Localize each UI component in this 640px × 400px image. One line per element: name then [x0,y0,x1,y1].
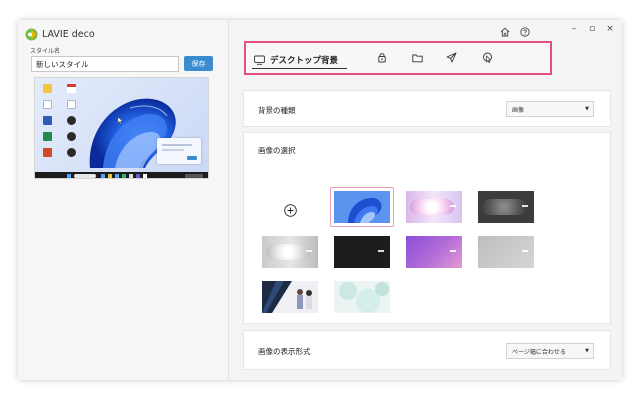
preview-excel-icon [43,132,52,141]
thumbnail-dark-gray-glow[interactable] [478,191,534,223]
preview-taskbar [35,172,208,178]
image-select-card: 画像の選択 [243,132,611,324]
thumbnail-light-gray[interactable] [478,236,534,268]
cursor-icon [483,52,492,63]
app-logo-icon [25,28,38,40]
mint-thumbnail-graphic [334,281,390,313]
save-button[interactable]: 保存 [184,56,213,71]
background-type-value: 画像 [512,106,525,114]
desktop-preview [34,77,209,179]
plus-circle-icon [283,203,297,217]
chevron-down-icon: ▼ [585,106,589,112]
background-type-label: 背景の種類 [258,106,296,115]
home-icon[interactable] [499,26,510,37]
preview-media-icon [67,132,76,141]
bloom-thumbnail-graphic [334,191,390,223]
preview-file-icon [67,100,76,109]
preview-document-icon [43,100,52,109]
preview-pdf-icon [67,84,76,93]
left-panel: LAVIE deco スタイル名 保存 [18,20,229,380]
tab-cursor[interactable] [482,52,493,63]
thumbnail-silver-glow[interactable] [262,236,318,268]
preview-media-icon [67,148,76,157]
monitor-icon [254,55,265,65]
preview-folder-icon [43,84,52,93]
close-button[interactable]: × [603,22,617,36]
people-thumbnail-graphic [262,281,318,313]
send-icon [446,52,457,63]
thumbnail-black[interactable] [334,236,390,268]
style-name-input[interactable] [31,56,179,72]
add-image-button[interactable] [282,202,298,218]
help-icon[interactable] [519,26,530,37]
background-type-card: 背景の種類 画像 ▼ [243,90,611,127]
tab-bar: デスクトップ背景 [244,41,552,75]
display-format-card: 画像の表示形式 ページ幅に合わせる ▼ [243,330,611,370]
preview-word-icon [43,116,52,125]
preview-notification-widget [157,138,201,164]
display-format-label: 画像の表示形式 [258,347,311,356]
preview-mouse-cursor-icon [118,117,123,124]
maximize-button[interactable]: ▫ [585,22,599,36]
tab-folder[interactable] [412,52,423,63]
style-name-label: スタイル名 [30,48,61,55]
lock-icon [377,53,386,63]
tab-send[interactable] [446,52,457,63]
tab-desktop-background-label: デスクトップ背景 [270,55,339,66]
display-format-value: ページ幅に合わせる [512,348,566,356]
preview-powerpoint-icon [43,148,52,157]
right-panel: – ▫ × デスクトップ背景 背景の種類 画像 ▼ 画像の選択 画像の表示形式 … [229,20,622,380]
tab-desktop-background[interactable]: デスクトップ背景 [252,51,347,69]
thumbnail-purple-gradient[interactable] [406,236,462,268]
chevron-down-icon: ▼ [585,348,589,354]
preview-media-icon [67,116,76,125]
thumbnail-mint-circles[interactable] [334,281,390,313]
app-title: LAVIE deco [25,27,95,41]
app-window: LAVIE deco スタイル名 保存 [18,20,622,380]
preview-wallpaper [35,78,208,172]
folder-icon [412,54,423,62]
image-select-label: 画像の選択 [258,146,296,155]
thumbnail-bloom-blue[interactable] [334,191,390,223]
thumbnail-pink-glow[interactable] [406,191,462,223]
thumbnail-people-dark[interactable] [262,281,318,313]
minimize-button[interactable]: – [567,22,581,36]
background-type-select[interactable]: 画像 ▼ [506,101,594,117]
display-format-select[interactable]: ページ幅に合わせる ▼ [506,343,594,359]
tab-lock[interactable] [376,52,387,63]
app-name: LAVIE deco [42,28,95,40]
